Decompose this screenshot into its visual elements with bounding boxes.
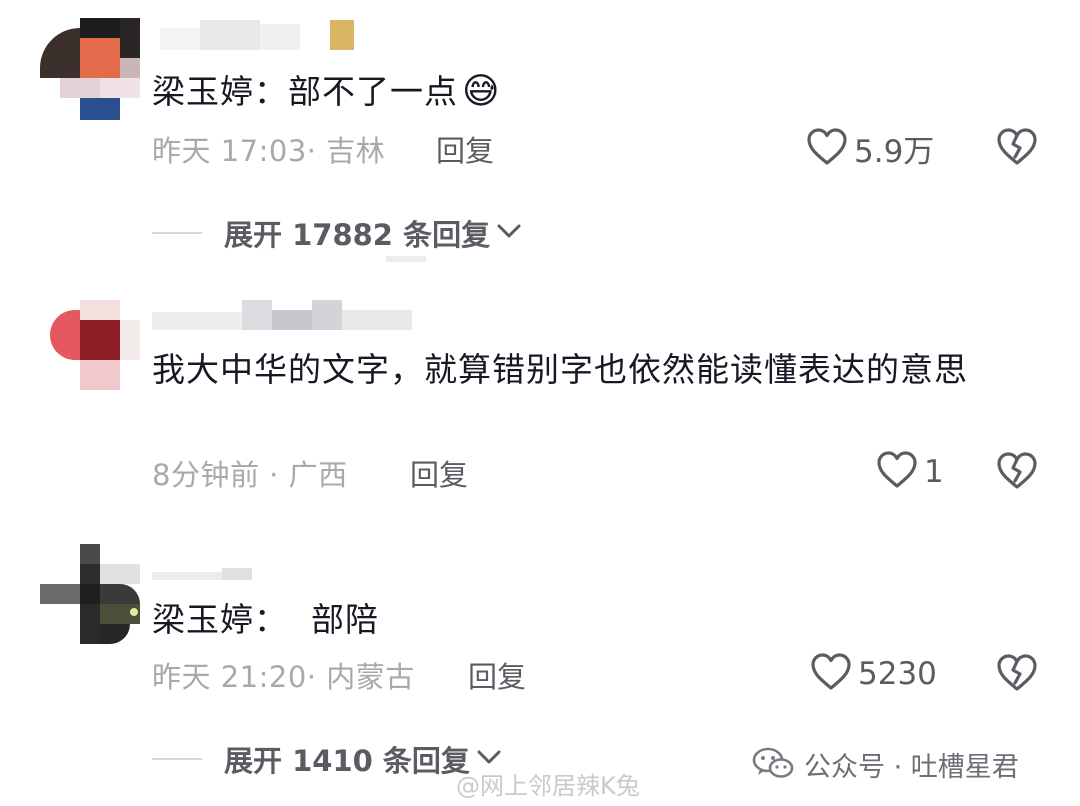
divider-line: [152, 758, 202, 760]
expand-replies-button[interactable]: 展开 1410 条回复: [152, 738, 502, 780]
wechat-icon: [752, 746, 794, 784]
scroll-artifact: [386, 256, 426, 264]
avatar[interactable]: [40, 300, 140, 390]
wechat-watermark-text: 公众号 · 吐槽星君: [804, 752, 1019, 783]
heart-icon: [810, 652, 852, 696]
like-count: 1: [924, 454, 944, 490]
broken-heart-icon: [996, 654, 1038, 697]
dislike-button[interactable]: [996, 127, 1038, 171]
dislike-button[interactable]: [996, 653, 1038, 697]
avatar[interactable]: [40, 544, 140, 644]
dislike-button[interactable]: [996, 451, 1038, 495]
chevron-down-icon: [496, 221, 522, 245]
username-blurred[interactable]: [152, 568, 262, 582]
reply-button[interactable]: 回复: [436, 128, 494, 170]
weibo-watermark: @网上邻居辣K兔: [456, 772, 640, 800]
sweat-smile-emoji: 😅: [462, 71, 501, 112]
like-count: 5230: [858, 656, 937, 692]
like-button[interactable]: 1: [876, 450, 944, 494]
like-button[interactable]: 5230: [810, 652, 937, 696]
broken-heart-icon: [996, 128, 1038, 171]
reply-button[interactable]: 回复: [410, 452, 468, 494]
heart-icon: [806, 127, 848, 171]
comment-text: 梁玉婷：部不了一点 😅: [152, 71, 501, 112]
divider-line: [152, 232, 202, 234]
username-blurred[interactable]: [152, 298, 422, 334]
comment-text: 我大中华的文字，就算错别字也依然能读懂表达的意思: [152, 350, 968, 389]
comment-meta: 昨天 17:03· 吉林: [152, 134, 386, 168]
expand-replies-button[interactable]: 展开 17882 条回复: [152, 212, 522, 254]
like-count: 5.9万: [854, 134, 935, 170]
heart-icon: [876, 450, 918, 494]
like-button[interactable]: 5.9万: [806, 126, 934, 171]
avatar[interactable]: [40, 18, 140, 120]
reply-button[interactable]: 回复: [468, 654, 526, 696]
expand-replies-label: 展开 1410 条回复: [224, 744, 470, 778]
comment-text: 梁玉婷： 部陪: [152, 600, 379, 639]
username-blurred[interactable]: [160, 20, 370, 54]
broken-heart-icon: [996, 452, 1038, 495]
comment-meta: 8分钟前 · 广西: [152, 458, 348, 492]
wechat-watermark: 公众号 · 吐槽星君: [752, 745, 1019, 784]
comment-meta: 昨天 21:20· 内蒙古: [152, 660, 415, 694]
expand-replies-label: 展开 17882 条回复: [224, 218, 491, 252]
